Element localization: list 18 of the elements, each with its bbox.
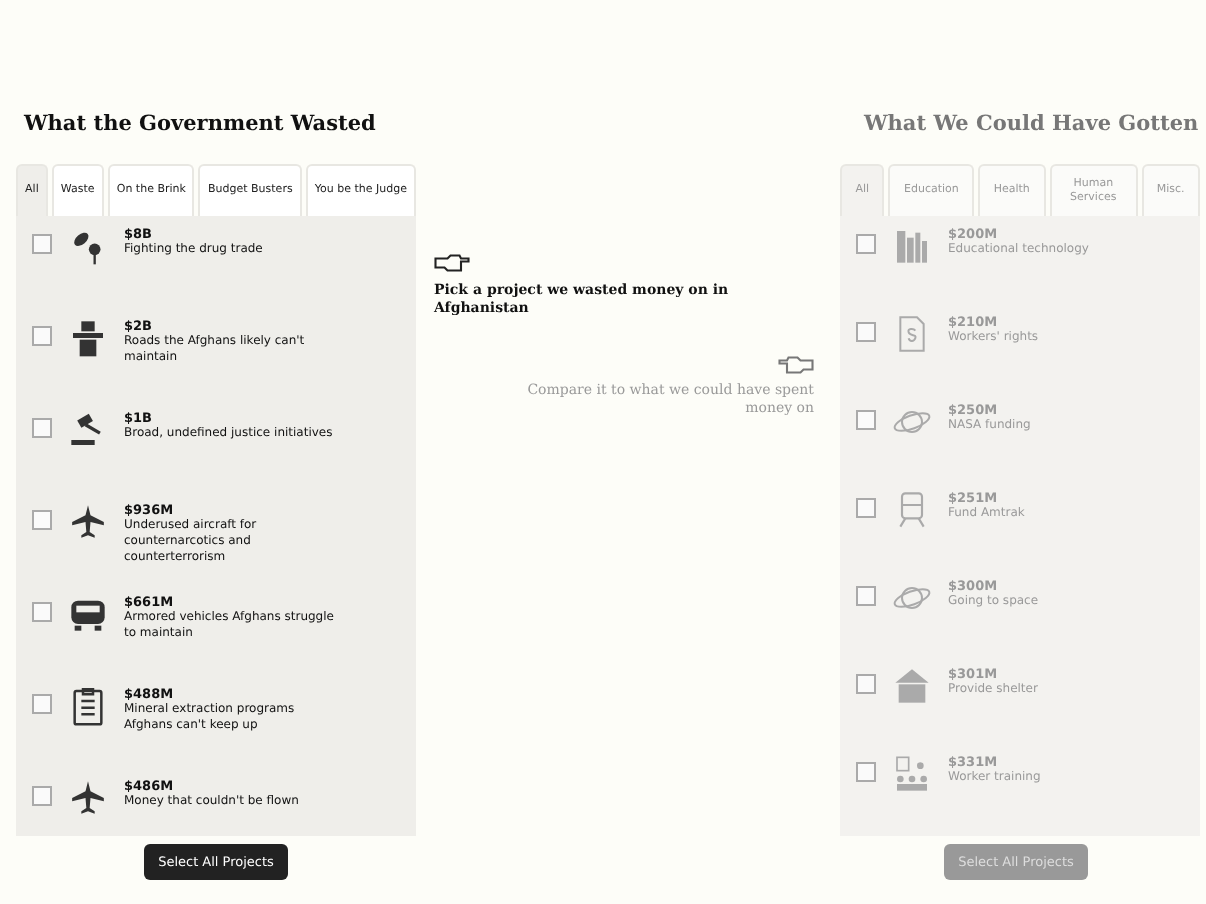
house-icon: [892, 666, 932, 706]
checkbox[interactable]: [32, 234, 52, 254]
books-icon: [892, 226, 932, 266]
pointing-hand-icon: [778, 353, 814, 376]
section-heading: What the Government Wasted: [24, 112, 378, 136]
checkbox[interactable]: [32, 786, 52, 806]
checkbox[interactable]: [32, 326, 52, 346]
airplane-icon: [68, 502, 108, 542]
section-heading: What We Could Have Gotten: [864, 112, 1200, 136]
pointing-hand-icon: [434, 252, 470, 274]
clipboard-icon: [68, 686, 108, 726]
road-icon: [68, 318, 108, 358]
checkbox[interactable]: [32, 694, 52, 714]
people-icon: [892, 754, 932, 794]
checkbox[interactable]: [32, 418, 52, 438]
airplane-icon: [68, 778, 108, 818]
checkbox[interactable]: [32, 510, 52, 530]
checkbox[interactable]: [32, 602, 52, 622]
